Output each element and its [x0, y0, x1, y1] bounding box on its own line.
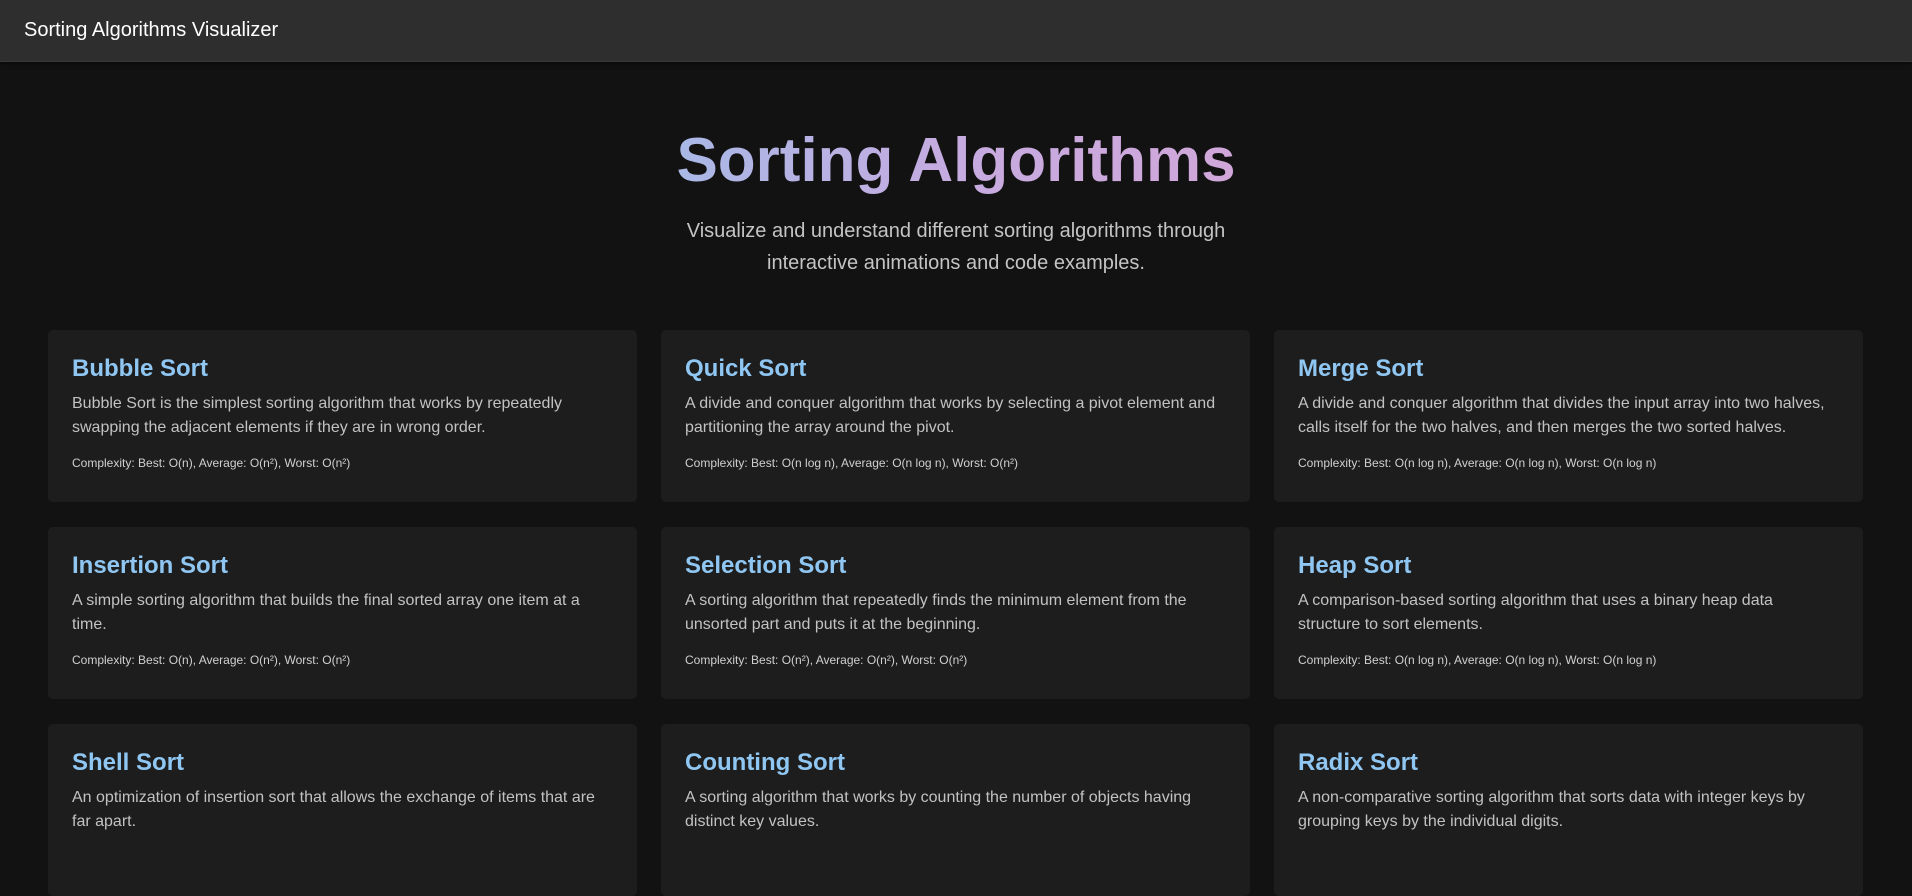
algorithm-card-complexity: Complexity: Best: O(n), Average: O(n²), … — [72, 456, 351, 470]
algorithm-card-title: Bubble Sort — [72, 355, 208, 382]
algorithm-card-description: A sorting algorithm that repeatedly find… — [685, 592, 1187, 633]
algorithm-card-quick-sort[interactable]: Quick Sort A divide and conquer algorith… — [661, 330, 1250, 502]
algorithm-card-insertion-sort[interactable]: Insertion Sort A simple sorting algorith… — [48, 527, 637, 699]
algorithm-card-complexity: Complexity: Best: O(n²), Average: O(n²),… — [685, 653, 968, 667]
navbar: Sorting Algorithms Visualizer — [0, 0, 1912, 62]
brand-link[interactable]: Sorting Algorithms Visualizer — [24, 19, 278, 42]
algorithm-card-description: A sorting algorithm that works by counti… — [685, 789, 1192, 830]
algorithm-card-title: Insertion Sort — [72, 552, 229, 579]
algorithm-card-title: Heap Sort — [1298, 552, 1412, 579]
algorithm-card-shell-sort[interactable]: Shell Sort An optimization of insertion … — [48, 724, 637, 896]
page-subtitle: Visualize and understand different sorti… — [686, 220, 1226, 274]
algorithm-card-title: Merge Sort — [1298, 355, 1424, 382]
algorithm-grid: Bubble Sort Bubble Sort is the simplest … — [48, 330, 1864, 896]
algorithm-card-complexity: Complexity: Best: O(n log n), Average: O… — [685, 456, 1019, 470]
hero-section: Sorting Algorithms Visualize and underst… — [0, 62, 1912, 279]
algorithm-card-complexity: Complexity: Best: O(n log n), Average: O… — [1298, 456, 1657, 470]
algorithm-card-selection-sort[interactable]: Selection Sort A sorting algorithm that … — [661, 527, 1250, 699]
algorithm-card-description: A comparison-based sorting algorithm tha… — [1298, 592, 1773, 633]
algorithm-card-description: A divide and conquer algorithm that divi… — [1298, 395, 1825, 436]
algorithm-card-description: An optimization of insertion sort that a… — [72, 789, 595, 830]
algorithm-card-radix-sort[interactable]: Radix Sort A non-comparative sorting alg… — [1274, 724, 1863, 896]
algorithm-card-title: Shell Sort — [72, 749, 185, 776]
algorithm-card-title: Quick Sort — [685, 355, 807, 382]
algorithm-card-complexity: Complexity: Best: O(n), Average: O(n²), … — [72, 653, 351, 667]
algorithm-card-heap-sort[interactable]: Heap Sort A comparison-based sorting alg… — [1274, 527, 1863, 699]
algorithm-card-description: Bubble Sort is the simplest sorting algo… — [72, 395, 563, 436]
algorithm-card-title: Selection Sort — [685, 552, 847, 579]
algorithm-card-title: Counting Sort — [685, 749, 845, 776]
algorithm-card-bubble-sort[interactable]: Bubble Sort Bubble Sort is the simplest … — [48, 330, 637, 502]
algorithm-card-title: Radix Sort — [1298, 749, 1419, 776]
algorithm-card-description: A simple sorting algorithm that builds t… — [72, 592, 580, 633]
algorithm-card-counting-sort[interactable]: Counting Sort A sorting algorithm that w… — [661, 724, 1250, 896]
algorithm-card-description: A divide and conquer algorithm that work… — [685, 395, 1216, 436]
page-title: Sorting Algorithms — [676, 126, 1236, 195]
algorithm-card-complexity: Complexity: Best: O(n log n), Average: O… — [1298, 653, 1657, 667]
algorithm-card-merge-sort[interactable]: Merge Sort A divide and conquer algorith… — [1274, 330, 1863, 502]
algorithm-card-description: A non-comparative sorting algorithm that… — [1298, 789, 1805, 830]
